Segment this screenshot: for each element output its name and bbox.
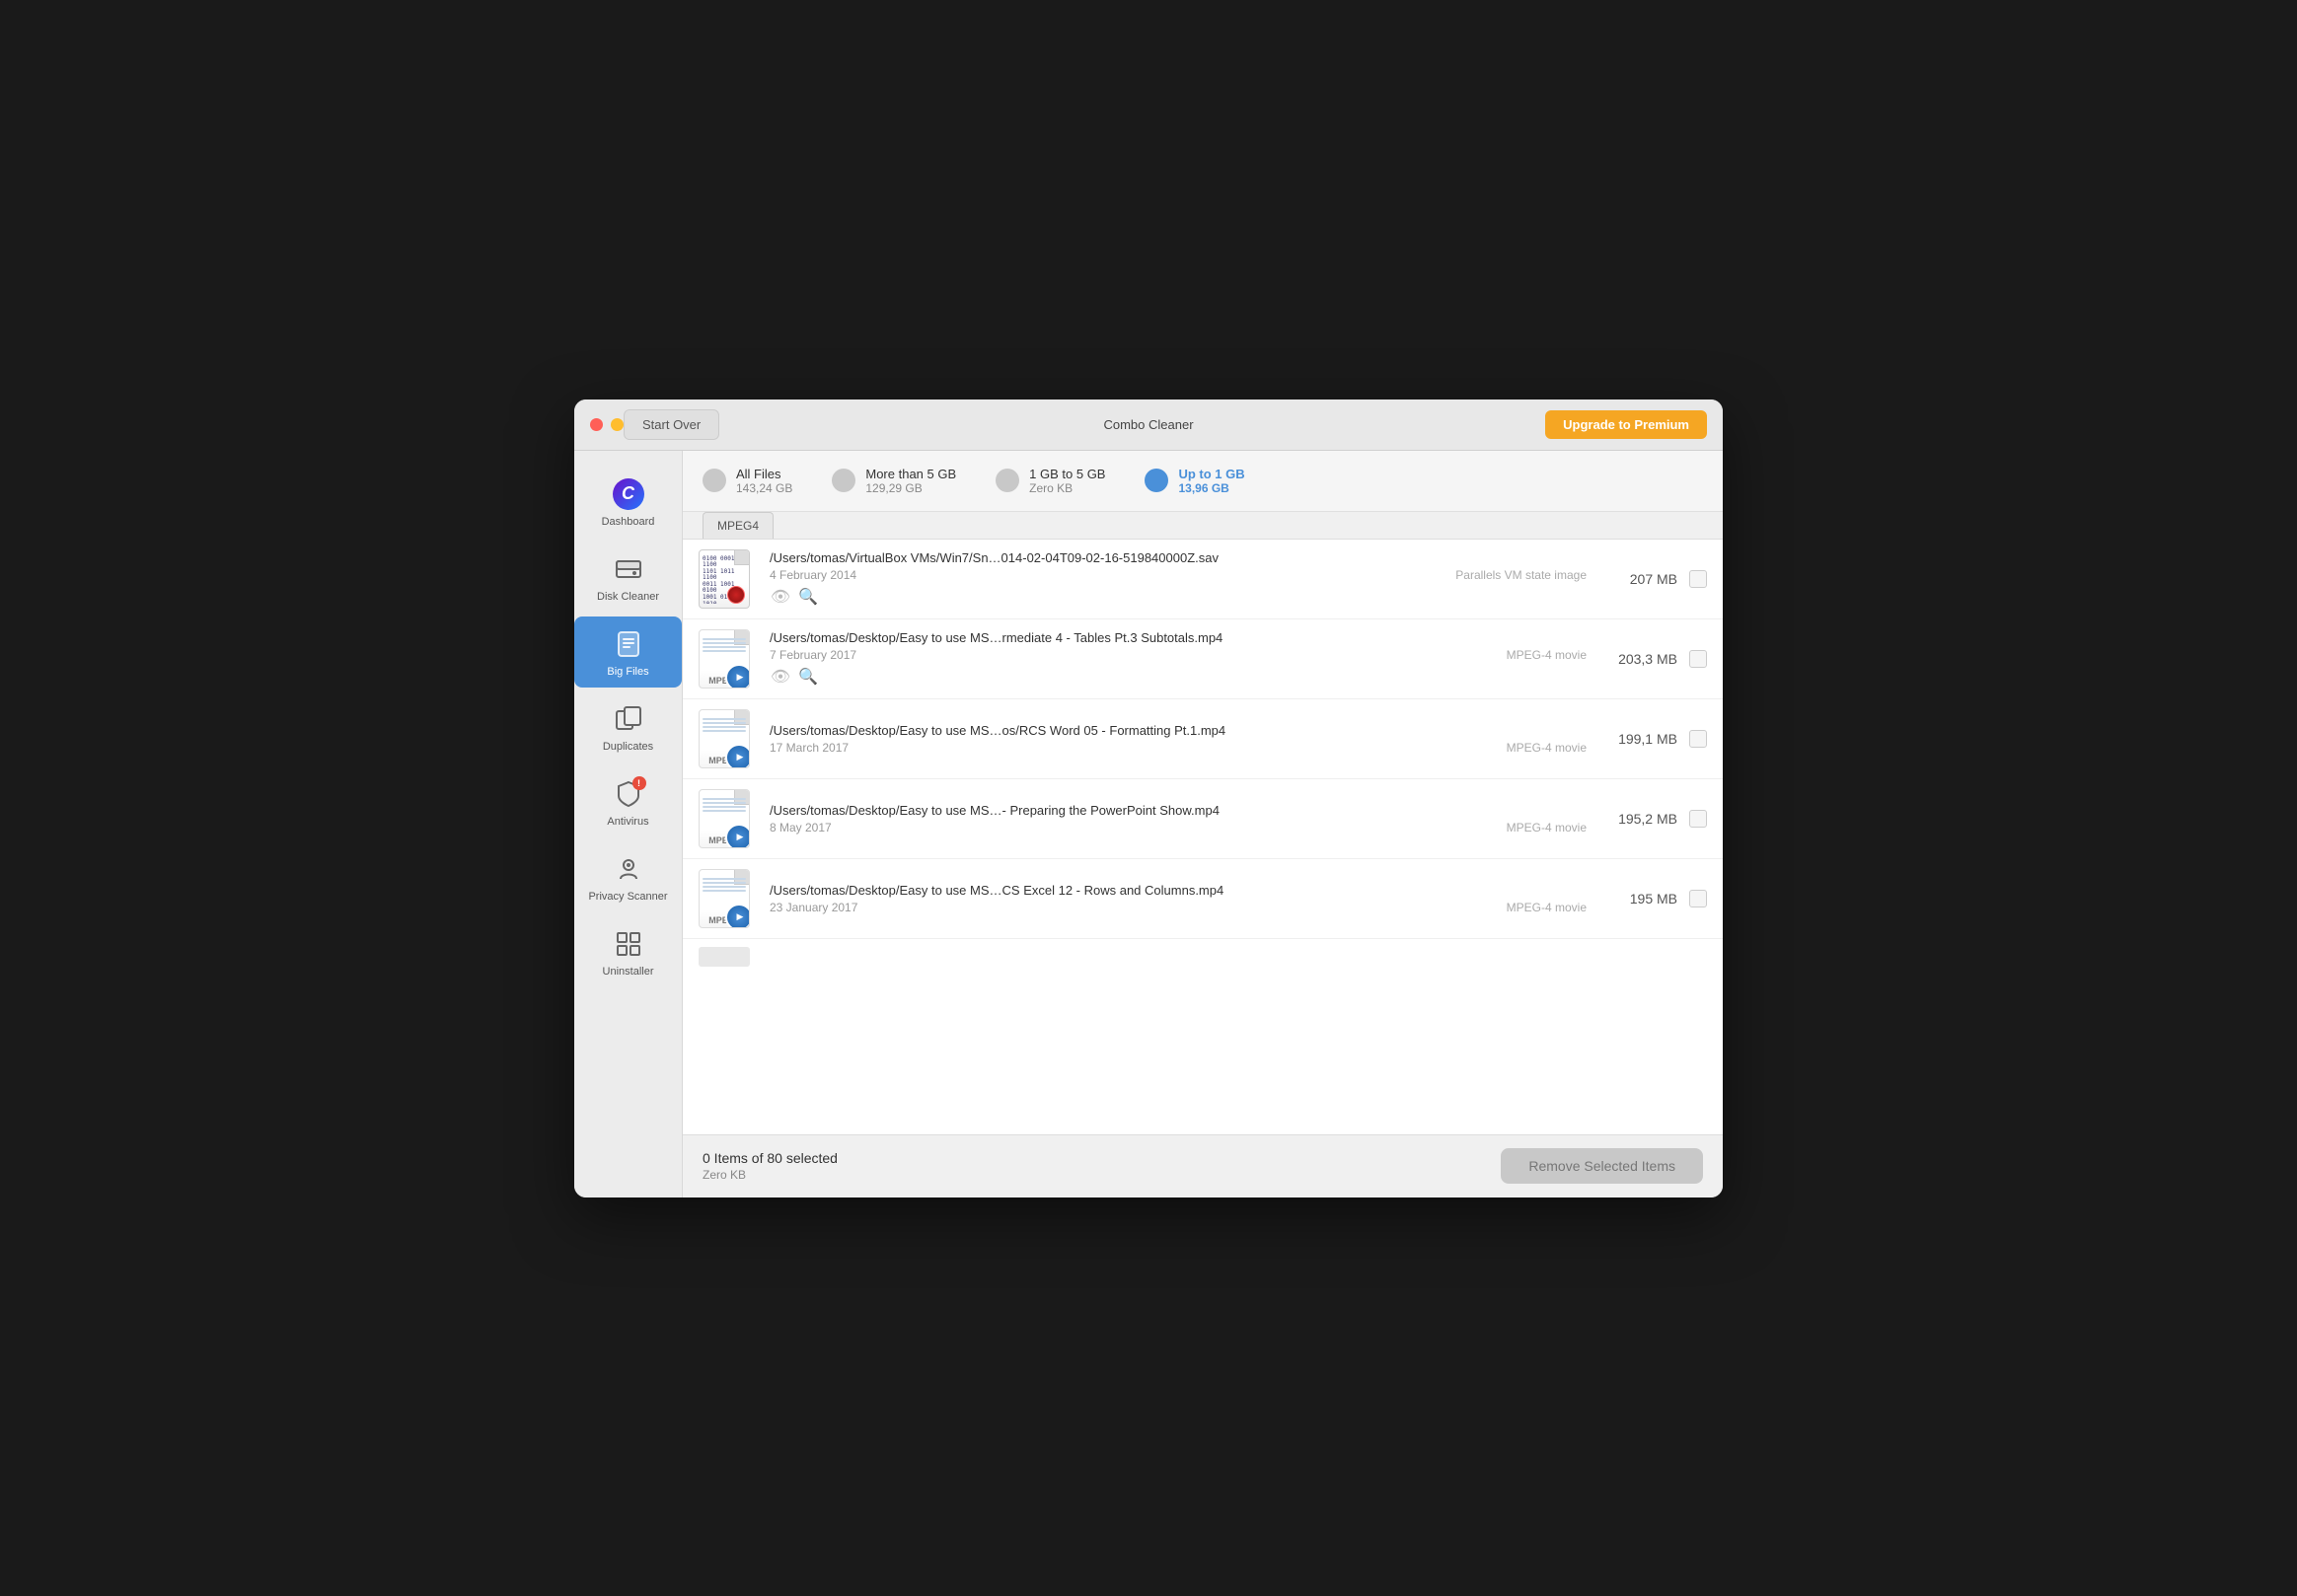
content-area: All Files 143,24 GB More than 5 GB 129,2… [683, 451, 1723, 1197]
file-meta: 7 February 2017 MPEG-4 movie [770, 648, 1587, 662]
file-checkbox-1[interactable] [1689, 650, 1707, 668]
file-icon: MPEG4 [699, 869, 750, 928]
search-icon[interactable]: 🔍 [797, 666, 819, 688]
file-meta: 4 February 2014 Parallels VM state image [770, 568, 1587, 582]
table-row: MPEG4 /Users/tomas/Desktop/Easy to use M… [683, 859, 1723, 939]
file-meta: 8 May 2017 MPEG-4 movie [770, 821, 1587, 834]
table-row: MPEG4 /Users/tomas/Desktop/Easy to use M… [683, 779, 1723, 859]
filter-all-files[interactable]: All Files 143,24 GB [703, 467, 792, 495]
file-icon-wrap: MPEG4 [699, 789, 758, 848]
status-text: 0 Items of 80 selected Zero KB [703, 1150, 838, 1182]
filter-up-to-1gb[interactable]: Up to 1 GB 13,96 GB [1145, 467, 1244, 495]
file-size: 195,2 MB [1598, 811, 1677, 827]
table-row: MPEG4 /Users/tomas/Desktop/Easy to use M… [683, 619, 1723, 699]
titlebar-right: Upgrade to Premium [1545, 410, 1707, 439]
mpeg-overlay [725, 744, 750, 768]
sidebar-item-disk-cleaner[interactable]: Disk Cleaner [574, 542, 682, 613]
antivirus-icon: ! [611, 776, 646, 812]
file-icon: MPEG4 [699, 789, 750, 848]
disk-cleaner-icon [611, 551, 646, 587]
sidebar-item-duplicates[interactable]: Duplicates [574, 691, 682, 762]
uninstaller-icon [611, 926, 646, 962]
file-icon: MPEG4 [699, 709, 750, 768]
remove-selected-button[interactable]: Remove Selected Items [1501, 1148, 1703, 1184]
file-list: 0100 0001 1100 1101 1011 1100 0011 1001 … [683, 540, 1723, 1134]
filter-5gb-dot [832, 469, 855, 492]
file-icon: MPEG4 [699, 629, 750, 689]
sidebar-item-antivirus[interactable]: ! Antivirus [574, 766, 682, 837]
preview-icon[interactable]: 👁 [770, 666, 791, 688]
file-checkbox-2[interactable] [1689, 730, 1707, 748]
filter-1gb-text: 1 GB to 5 GB Zero KB [1029, 467, 1105, 495]
file-checkbox-3[interactable] [1689, 810, 1707, 828]
table-row: MPEG4 /Users/tomas/Desktop/Easy to use M… [683, 699, 1723, 779]
filter-1gb-5gb[interactable]: 1 GB to 5 GB Zero KB [996, 467, 1105, 495]
table-row: 0100 0001 1100 1101 1011 1100 0011 1001 … [683, 540, 1723, 619]
upgrade-button[interactable]: Upgrade to Premium [1545, 410, 1707, 439]
titlebar: Start Over Combo Cleaner Upgrade to Prem… [574, 399, 1723, 451]
mpeg-overlay [725, 904, 750, 928]
sidebar-item-dashboard[interactable]: C Dashboard [574, 467, 682, 538]
sidebar: C Dashboard Disk Cleaner [574, 451, 683, 1197]
duplicates-icon [611, 701, 646, 737]
mpeg-overlay [725, 824, 750, 848]
start-over-button[interactable]: Start Over [624, 409, 719, 440]
file-size: 195 MB [1598, 891, 1677, 907]
file-icon: 0100 0001 1100 1101 1011 1100 0011 1001 … [699, 549, 750, 609]
app-window: Start Over Combo Cleaner Upgrade to Prem… [574, 399, 1723, 1197]
file-size: 207 MB [1598, 571, 1677, 587]
file-icon-wrap: MPEG4 [699, 869, 758, 928]
partial-icon [699, 947, 750, 967]
file-checkbox-4[interactable] [1689, 890, 1707, 907]
tab-mpeg4[interactable]: MPEG4 [703, 512, 774, 539]
big-files-icon [611, 626, 646, 662]
sidebar-item-big-files[interactable]: Big Files [574, 617, 682, 688]
sidebar-item-uninstaller[interactable]: Uninstaller [574, 916, 682, 987]
file-info: /Users/tomas/VirtualBox VMs/Win7/Sn…014-… [770, 550, 1587, 608]
file-list-container: 0100 0001 1100 1101 1011 1100 0011 1001 … [683, 540, 1723, 1134]
mpeg-overlay [725, 664, 750, 689]
file-meta: 23 January 2017 MPEG-4 movie [770, 901, 1587, 914]
file-actions-0: 👁 🔍 [770, 586, 1587, 608]
file-actions-1: 👁 🔍 [770, 666, 1587, 688]
minimize-button[interactable] [611, 418, 624, 431]
filter-bar: All Files 143,24 GB More than 5 GB 129,2… [683, 451, 1723, 512]
status-bar: 0 Items of 80 selected Zero KB Remove Se… [683, 1134, 1723, 1197]
file-icon-wrap: MPEG4 [699, 709, 758, 768]
file-size: 203,3 MB [1598, 651, 1677, 667]
privacy-scanner-icon [611, 851, 646, 887]
preview-icon[interactable]: 👁 [770, 586, 791, 608]
file-meta: 17 March 2017 MPEG-4 movie [770, 741, 1587, 755]
filter-5gb-text: More than 5 GB 129,29 GB [865, 467, 956, 495]
search-icon[interactable]: 🔍 [797, 586, 819, 608]
main-layout: C Dashboard Disk Cleaner [574, 451, 1723, 1197]
file-icon-wrap: 0100 0001 1100 1101 1011 1100 0011 1001 … [699, 549, 758, 609]
filter-1gb-dot [996, 469, 1019, 492]
file-info: /Users/tomas/Desktop/Easy to use MS…os/R… [770, 723, 1587, 755]
filter-5gb[interactable]: More than 5 GB 129,29 GB [832, 467, 956, 495]
file-info: /Users/tomas/Desktop/Easy to use MS…rmed… [770, 630, 1587, 688]
sidebar-item-privacy-scanner[interactable]: Privacy Scanner [574, 841, 682, 912]
filter-1gb-active-text: Up to 1 GB 13,96 GB [1178, 467, 1244, 495]
filter-all-text: All Files 143,24 GB [736, 467, 792, 495]
tab-bar: MPEG4 [683, 512, 1723, 540]
file-icon-wrap: MPEG4 [699, 629, 758, 689]
partial-row [683, 939, 1723, 975]
filter-all-dot [703, 469, 726, 492]
file-checkbox-0[interactable] [1689, 570, 1707, 588]
dashboard-icon: C [611, 476, 646, 512]
file-size: 199,1 MB [1598, 731, 1677, 747]
close-button[interactable] [590, 418, 603, 431]
file-info: /Users/tomas/Desktop/Easy to use MS…CS E… [770, 883, 1587, 914]
window-title: Combo Cleaner [1103, 417, 1193, 432]
filter-1gb-active-dot [1145, 469, 1168, 492]
file-info: /Users/tomas/Desktop/Easy to use MS…- Pr… [770, 803, 1587, 834]
